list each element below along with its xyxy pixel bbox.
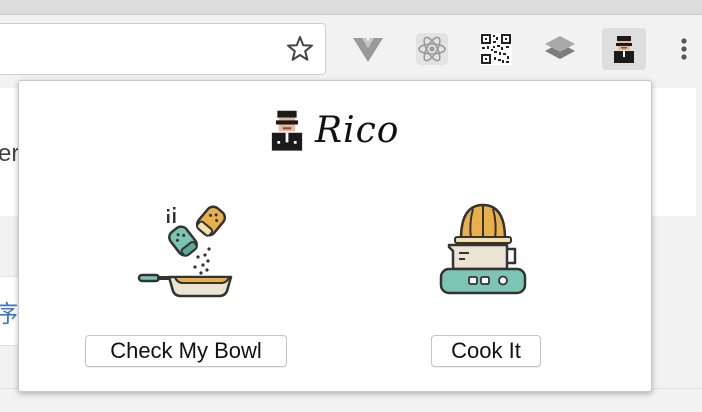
juicer-icon [439, 203, 527, 295]
page-partial-text: er [0, 140, 20, 167]
rico-avatar-icon [614, 36, 634, 63]
react-devtools-icon[interactable] [414, 31, 450, 67]
rico-logo-icon [271, 110, 303, 151]
bookmark-star-icon[interactable] [284, 33, 316, 65]
popup-header: Rico [265, 105, 399, 155]
check-my-bowl-button[interactable]: Check My Bowl [85, 335, 287, 367]
popup-title: Rico [315, 109, 400, 151]
page-partial-link[interactable]: 序 [0, 294, 18, 329]
qr-code-icon[interactable] [478, 31, 514, 67]
seasoning-pan-icon [137, 205, 233, 298]
extension-popup: Rico Check My Bowl Cook It [18, 80, 652, 392]
layers-icon[interactable] [542, 31, 578, 67]
rico-extension-button[interactable] [602, 28, 646, 70]
window-top-edge [0, 0, 702, 15]
vue-devtools-icon[interactable] [350, 31, 386, 67]
cook-it-button[interactable]: Cook It [431, 335, 541, 367]
address-bar[interactable] [0, 23, 326, 75]
browser-menu-icon[interactable] [672, 33, 696, 65]
